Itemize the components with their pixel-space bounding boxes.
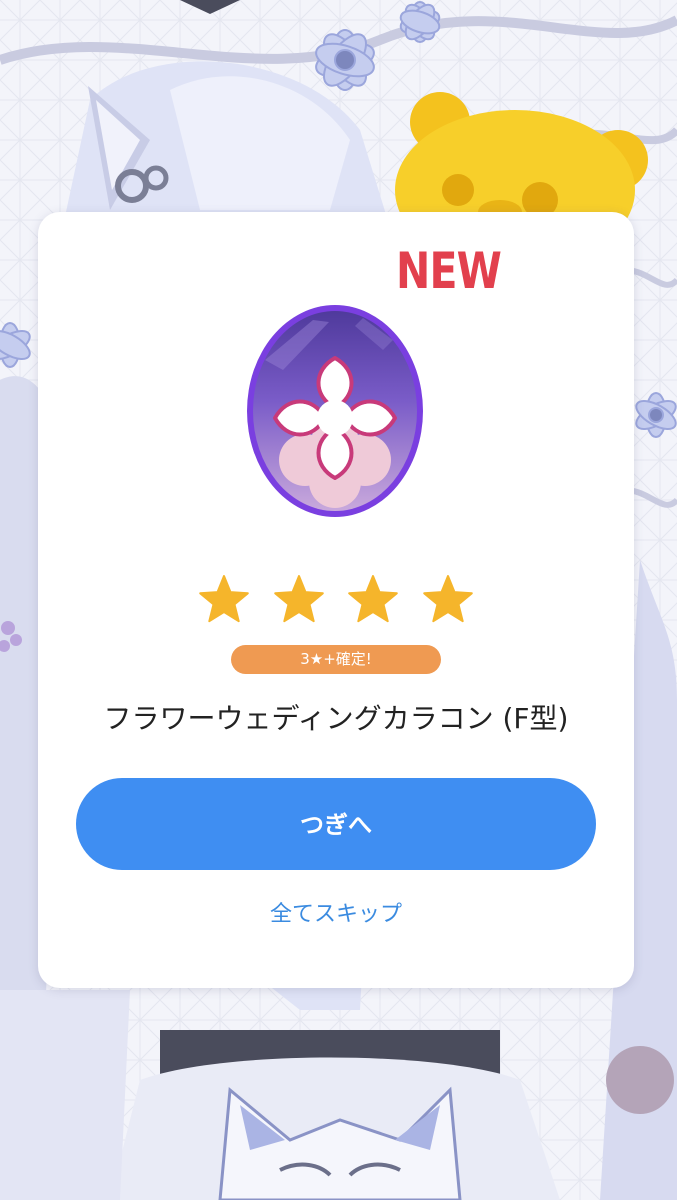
star-icon [423, 575, 473, 623]
skip-all-link[interactable]: 全てスキップ [236, 902, 436, 928]
guarantee-badge: 3★+確定! [231, 645, 441, 674]
star-icon [348, 575, 399, 623]
rarity-stars [198, 574, 474, 626]
new-label: NEW [396, 242, 502, 300]
gacha-result-card: NEW 3★+確定! フラワーウェディングカラコン (F型) つぎへ 全てスキッ… [38, 212, 634, 988]
star-icon [273, 575, 324, 623]
star-icon [199, 575, 249, 623]
item-name: フラワーウェディングカラコン (F型) [103, 702, 569, 735]
contact-lens-item-icon [247, 305, 423, 517]
next-button[interactable]: つぎへ [76, 778, 596, 870]
